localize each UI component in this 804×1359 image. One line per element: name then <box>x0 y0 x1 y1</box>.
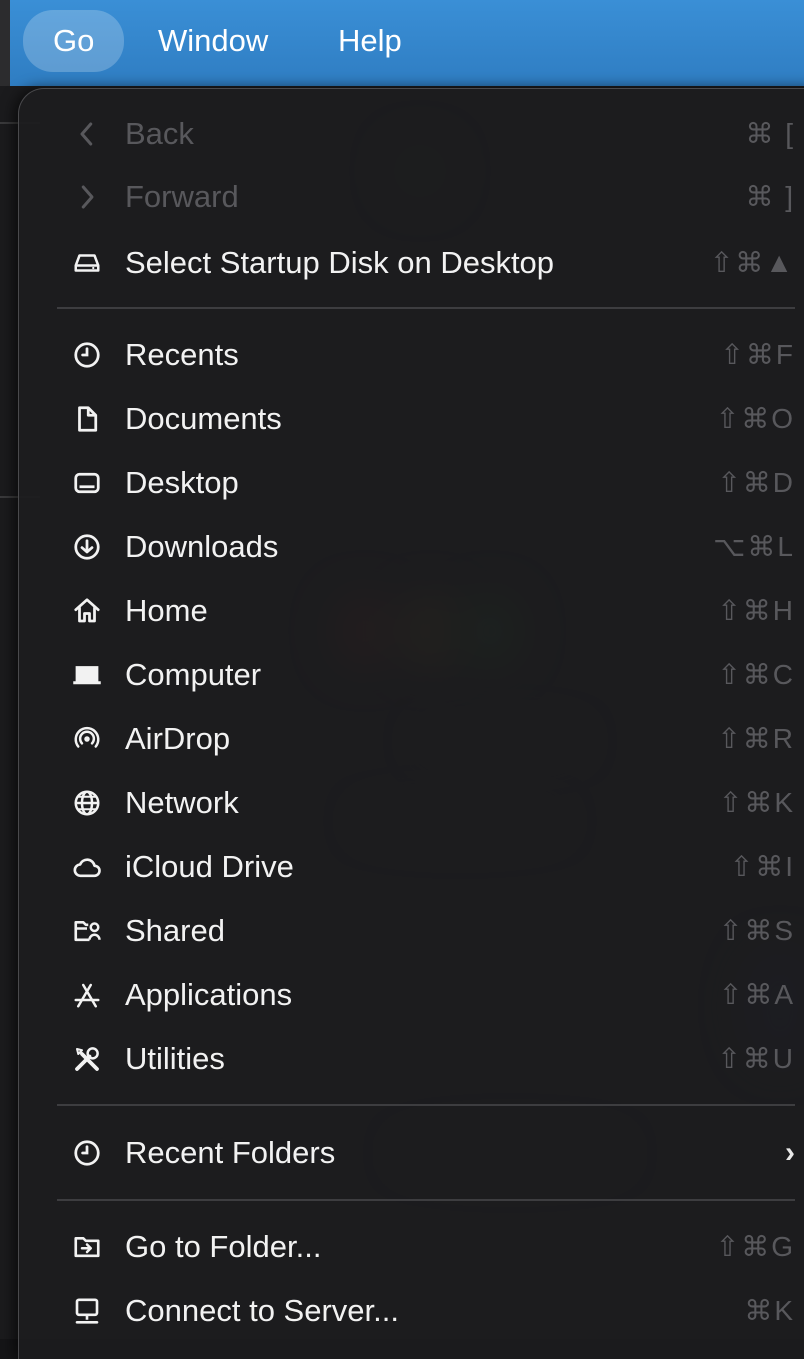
menu-item-label: Utilities <box>125 1041 225 1076</box>
disk-icon <box>69 245 105 281</box>
menu-bar-edge <box>0 0 10 86</box>
menu-item-shortcut: ⇧⌘G <box>715 1231 795 1262</box>
server-icon <box>69 1293 105 1329</box>
cloud-icon <box>69 849 105 885</box>
menu-item-label: Back <box>125 116 194 151</box>
menu-item-label: Recents <box>125 337 239 372</box>
menu-window[interactable]: Window <box>158 10 268 72</box>
menu-item-label: Go to Folder... <box>125 1229 322 1264</box>
menu-item-shortcut: ⇧⌘O <box>715 403 795 434</box>
document-icon <box>69 401 105 437</box>
menu-separator <box>57 1104 795 1106</box>
menu-item-connect-to-server[interactable]: Connect to Server... ⌘K <box>19 1281 804 1341</box>
menu-item-shortcut: ⇧⌘C <box>717 659 795 690</box>
menu-item-shortcut: ⇧⌘R <box>717 723 795 754</box>
menu-item-shortcut: ⇧⌘F <box>720 339 795 370</box>
shared-folder-icon <box>69 913 105 949</box>
tools-icon <box>69 1041 105 1077</box>
menu-item-shortcut: ⇧⌘▲ <box>709 247 795 278</box>
menu-item-shortcut: ⇧⌘K <box>718 787 795 818</box>
menu-item-label: Home <box>125 593 208 628</box>
menu-item-label: Connect to Server... <box>125 1293 399 1328</box>
menu-item-icloud-drive[interactable]: iCloud Drive ⇧⌘I <box>19 837 804 897</box>
menu-go[interactable]: Go <box>23 10 125 72</box>
menu-item-applications[interactable]: Applications ⇧⌘A <box>19 965 804 1025</box>
menu-separator <box>57 1199 795 1201</box>
home-icon <box>69 593 105 629</box>
menu-item-label: Desktop <box>125 465 239 500</box>
chevron-left-icon <box>69 116 105 152</box>
menu-item-shortcut: ⇧⌘H <box>717 595 795 626</box>
menu-item-shortcut: ⇧⌘U <box>717 1043 795 1074</box>
menu-item-network[interactable]: Network ⇧⌘K <box>19 773 804 833</box>
menu-item-shortcut: ⇧⌘A <box>718 979 795 1010</box>
menu-item-shortcut: ⌘ ] <box>745 181 795 212</box>
menu-item-forward[interactable]: Forward ⌘ ] <box>19 167 804 227</box>
menu-item-shared[interactable]: Shared ⇧⌘S <box>19 901 804 961</box>
menu-item-shortcut: ⌥⌘L <box>713 531 795 562</box>
menu-item-label: Select Startup Disk on Desktop <box>125 245 555 280</box>
menu-item-downloads[interactable]: Downloads ⌥⌘L <box>19 517 804 577</box>
menu-item-computer[interactable]: Computer ⇧⌘C <box>19 645 804 705</box>
menu-separator <box>57 307 795 309</box>
menu-item-shortcut: ⇧⌘D <box>717 467 795 498</box>
clock-icon <box>69 337 105 373</box>
menu-item-label: Applications <box>125 977 293 1012</box>
menu-item-airdrop[interactable]: AirDrop ⇧⌘R <box>19 709 804 769</box>
menu-item-label: Network <box>125 785 239 820</box>
menu-item-shortcut: ⌘ [ <box>745 118 795 149</box>
desktop-icon <box>69 465 105 501</box>
go-menu-dropdown: Back ⌘ [ Forward ⌘ ] Select Startup Disk… <box>18 88 804 1359</box>
menu-item-label: AirDrop <box>125 721 231 756</box>
menu-item-select-startup-disk[interactable]: Select Startup Disk on Desktop ⇧⌘▲ <box>19 233 804 293</box>
menu-item-label: Shared <box>125 913 225 948</box>
chevron-right-icon: › <box>785 1136 795 1169</box>
menu-item-label: Documents <box>125 401 282 436</box>
menu-item-back[interactable]: Back ⌘ [ <box>19 104 804 164</box>
globe-icon <box>69 785 105 821</box>
clock-icon <box>69 1135 105 1171</box>
menu-item-go-to-folder[interactable]: Go to Folder... ⇧⌘G <box>19 1217 804 1277</box>
menu-item-recents[interactable]: Recents ⇧⌘F <box>19 325 804 385</box>
menu-help[interactable]: Help <box>338 10 402 72</box>
applications-icon <box>69 977 105 1013</box>
menu-bar: Go Window Help <box>0 0 804 86</box>
airdrop-icon <box>69 721 105 757</box>
menu-item-desktop[interactable]: Desktop ⇧⌘D <box>19 453 804 513</box>
go-folder-icon <box>69 1229 105 1265</box>
menu-item-label: Forward <box>125 179 239 214</box>
menu-item-shortcut: ⇧⌘S <box>718 915 795 946</box>
menu-item-label: Recent Folders <box>125 1135 336 1170</box>
menu-item-recent-folders[interactable]: Recent Folders › <box>19 1123 804 1183</box>
menu-item-home[interactable]: Home ⇧⌘H <box>19 581 804 641</box>
menu-item-label: Downloads <box>125 529 279 564</box>
menu-item-documents[interactable]: Documents ⇧⌘O <box>19 389 804 449</box>
menu-item-label: Computer <box>125 657 262 692</box>
laptop-icon <box>69 657 105 693</box>
menu-item-label: iCloud Drive <box>125 849 294 884</box>
chevron-right-icon <box>69 179 105 215</box>
menu-item-shortcut: ⇧⌘I <box>729 851 795 882</box>
menu-item-utilities[interactable]: Utilities ⇧⌘U <box>19 1029 804 1089</box>
download-icon <box>69 529 105 565</box>
menu-item-shortcut: ⌘K <box>744 1295 795 1326</box>
